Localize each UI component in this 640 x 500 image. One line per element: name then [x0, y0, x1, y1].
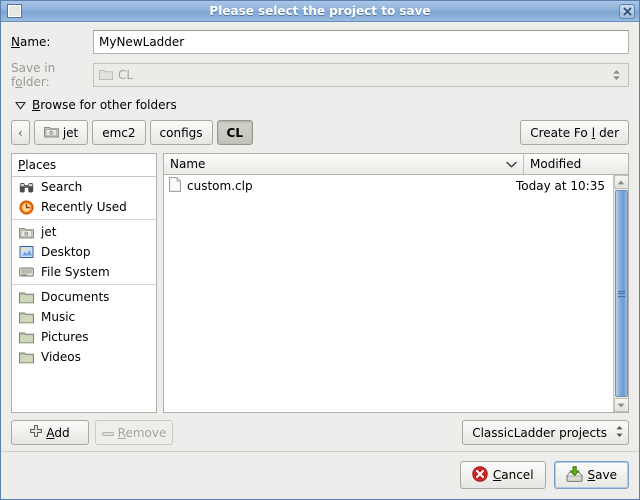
places-actions-bar: Add Remove ClassicLadder projects	[11, 413, 629, 451]
scroll-down-arrow-icon[interactable]	[614, 398, 629, 412]
cancel-red-x-icon	[472, 466, 488, 485]
titlebar: Please select the project to save	[1, 1, 639, 22]
breadcrumb-item-emc2[interactable]: emc2	[92, 120, 145, 145]
sidebar-item-label: jet	[41, 225, 56, 239]
breadcrumb-item-jet[interactable]: jet	[34, 120, 88, 145]
dialog-action-bar: Cancel Save	[11, 452, 629, 499]
places-sidebar: Places Search	[11, 153, 157, 413]
folder-icon	[99, 68, 113, 83]
window-title: Please select the project to save	[1, 4, 639, 18]
file-list-header: Name Modified	[164, 154, 628, 175]
cancel-button[interactable]: Cancel	[460, 461, 546, 489]
sidebar-item-music[interactable]: Music	[12, 307, 156, 327]
name-row: Name:	[11, 30, 629, 54]
sidebar-item-pictures[interactable]: Pictures	[12, 327, 156, 347]
browse-other-folders-expander[interactable]: Browse for other folders	[11, 98, 629, 112]
file-list: custom.clp Today at 10:35	[164, 175, 613, 412]
sidebar-item-file-system[interactable]: File System	[12, 262, 156, 282]
plus-icon	[30, 425, 42, 440]
chevron-down-icon	[506, 157, 517, 171]
dialog-content: Name: Save in folder: CL	[1, 22, 639, 499]
save-button[interactable]: Save	[554, 461, 629, 489]
browse-other-folders-label: Browse for other folders	[32, 98, 177, 112]
sidebar-item-label: Documents	[41, 290, 109, 304]
chevron-updown-icon[interactable]	[609, 69, 623, 81]
add-button[interactable]: Add	[11, 420, 89, 445]
sidebar-item-label: Search	[41, 180, 82, 194]
save-in-folder-label: Save in folder:	[11, 61, 93, 89]
file-list-body: custom.clp Today at 10:35	[164, 175, 628, 412]
file-list-pane: Name Modified	[163, 153, 629, 413]
chevron-updown-icon	[615, 425, 624, 441]
minus-icon	[102, 426, 114, 440]
document-icon	[169, 177, 181, 195]
sidebar-item-label: Desktop	[41, 245, 91, 259]
column-header-name-label: Name	[170, 157, 205, 171]
search-binoculars-icon	[18, 179, 35, 195]
vertical-scrollbar[interactable]	[613, 175, 628, 412]
save-in-folder-value: CL	[118, 68, 609, 82]
file-save-dialog: Please select the project to save Name: …	[0, 0, 640, 500]
column-header-name[interactable]: Name	[164, 154, 524, 174]
cancel-button-label: Cancel	[493, 468, 534, 482]
save-in-folder-row: Save in folder: CL	[11, 61, 629, 89]
sidebar-item-desktop[interactable]: Desktop	[12, 242, 156, 262]
sidebar-item-search[interactable]: Search	[12, 177, 156, 197]
sidebar-item-label: Recently Used	[41, 200, 127, 214]
file-modified-cell: Today at 10:35	[495, 179, 613, 193]
scroll-up-arrow-icon[interactable]	[614, 175, 629, 189]
home-folder-icon	[18, 224, 35, 240]
drive-icon	[18, 264, 35, 280]
add-button-label: Add	[46, 426, 69, 440]
file-type-filter-combo[interactable]: ClassicLadder projects	[462, 420, 629, 445]
breadcrumb-item-cl[interactable]: CL	[217, 120, 253, 145]
folder-icon	[18, 329, 35, 345]
scrollbar-grip-icon	[618, 291, 625, 297]
file-name-cell: custom.clp	[164, 177, 495, 195]
scrollbar-thumb[interactable]	[615, 190, 628, 397]
remove-button-label: Remove	[118, 426, 167, 440]
save-disk-icon	[566, 466, 583, 485]
chevron-down-icon	[15, 101, 26, 110]
sidebar-item-label: File System	[41, 265, 110, 279]
save-in-folder-combo[interactable]: CL	[93, 63, 629, 87]
home-folder-icon	[44, 125, 59, 141]
file-type-filter-value: ClassicLadder projects	[472, 426, 607, 440]
sidebar-item-label: Music	[41, 310, 75, 324]
folder-icon	[18, 309, 35, 325]
file-name-label: custom.clp	[187, 179, 253, 193]
breadcrumb-back-button[interactable]: ‹	[11, 120, 30, 145]
folder-icon	[18, 289, 35, 305]
sidebar-item-label: Videos	[41, 350, 81, 364]
sidebar-item-videos[interactable]: Videos	[12, 347, 156, 367]
places-header: Places	[12, 154, 156, 177]
breadcrumb: ‹ jet emc2 configs CL Create Folder	[11, 120, 629, 145]
sidebar-item-documents[interactable]: Documents	[12, 287, 156, 307]
save-button-label: Save	[588, 468, 617, 482]
column-header-modified[interactable]: Modified	[524, 154, 628, 174]
recent-clock-icon	[18, 199, 35, 215]
create-folder-button[interactable]: Create Folder	[520, 120, 629, 145]
browser-panes: Places Search	[11, 153, 629, 413]
breadcrumb-item-configs[interactable]: configs	[150, 120, 213, 145]
breadcrumb-label: jet	[63, 126, 78, 140]
sidebar-item-jet[interactable]: jet	[12, 222, 156, 242]
sidebar-item-label: Pictures	[41, 330, 89, 344]
filename-input[interactable]	[93, 30, 629, 54]
close-icon[interactable]	[619, 4, 635, 19]
window-icon	[7, 4, 22, 18]
folder-icon	[18, 349, 35, 365]
sidebar-separator	[12, 219, 156, 220]
sidebar-separator	[12, 284, 156, 285]
table-row[interactable]: custom.clp Today at 10:35	[164, 175, 613, 196]
sidebar-item-recently-used[interactable]: Recently Used	[12, 197, 156, 217]
name-label: Name:	[11, 35, 93, 49]
remove-button[interactable]: Remove	[95, 420, 173, 445]
desktop-icon	[18, 244, 35, 260]
